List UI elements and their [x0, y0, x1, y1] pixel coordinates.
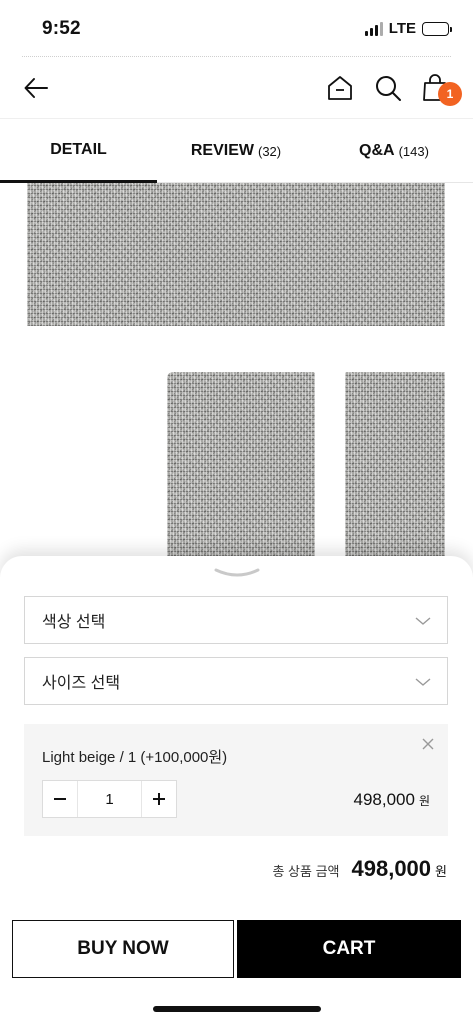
tab-detail[interactable]: DETAIL [0, 119, 157, 183]
total-amount: 498,000 [351, 856, 432, 881]
selected-option-title: Light beige / 1 (+100,000원) [42, 749, 228, 766]
status-divider [22, 56, 451, 57]
tab-qa-count: (143) [398, 143, 429, 159]
home-icon[interactable] [322, 70, 358, 106]
selected-option: Light beige / 1 (+100,000원) 1 498,000 원 [24, 724, 448, 836]
sheet-handle-icon[interactable] [212, 566, 262, 580]
chevron-down-icon [415, 674, 431, 690]
arrow-left-icon[interactable] [18, 70, 54, 106]
option-price-currency: 원 [418, 794, 430, 808]
product-image-sleeve-right [345, 372, 445, 572]
status-time: 9:52 [42, 18, 81, 39]
product-image-sleeve-left [167, 372, 315, 572]
tab-review[interactable]: REVIEW (32) [157, 119, 315, 183]
network-label: LTE [388, 20, 416, 37]
total-currency: 원 [435, 864, 447, 879]
option-price: 498,000 원 [354, 790, 431, 810]
search-icon[interactable] [370, 70, 406, 106]
buy-now-button[interactable]: BUY NOW [12, 920, 234, 978]
battery-icon [422, 21, 452, 36]
chevron-down-icon [415, 613, 431, 629]
color-select-label: 색상 선택 [42, 614, 106, 631]
tab-detail-label: DETAIL [50, 140, 107, 158]
cart-button[interactable]: CART [237, 920, 461, 978]
tab-qa-label: Q&A [359, 142, 395, 159]
total-price: 총 상품 금액 498,000 원 [272, 856, 447, 882]
product-image-body [27, 183, 445, 326]
total-label: 총 상품 금액 [272, 864, 340, 879]
status-bar: 9:52 LTE [0, 0, 473, 58]
size-select[interactable]: 사이즈 선택 [24, 657, 448, 705]
size-select-label: 사이즈 선택 [42, 675, 121, 692]
plus-icon[interactable] [142, 781, 176, 817]
detail-tabs: DETAIL REVIEW (32) Q&A (143) [0, 118, 473, 183]
quantity-stepper: 1 [42, 780, 177, 818]
tab-qa[interactable]: Q&A (143) [315, 119, 473, 183]
color-select[interactable]: 색상 선택 [24, 596, 448, 644]
quantity-value[interactable]: 1 [77, 781, 142, 817]
tab-review-label: REVIEW [190, 142, 254, 159]
cart-count-badge[interactable]: 1 [438, 82, 462, 106]
top-nav [0, 60, 473, 118]
minus-icon[interactable] [43, 781, 77, 817]
home-indicator[interactable] [153, 1006, 321, 1012]
close-icon[interactable] [420, 736, 436, 752]
signal-icon [364, 21, 383, 36]
option-sheet: 색상 선택 사이즈 선택 Light beige / 1 (+100,000원)… [0, 556, 473, 1024]
status-indicators: LTE [364, 20, 452, 37]
option-price-amount: 498,000 [353, 790, 415, 809]
tab-review-count: (32) [258, 143, 282, 159]
